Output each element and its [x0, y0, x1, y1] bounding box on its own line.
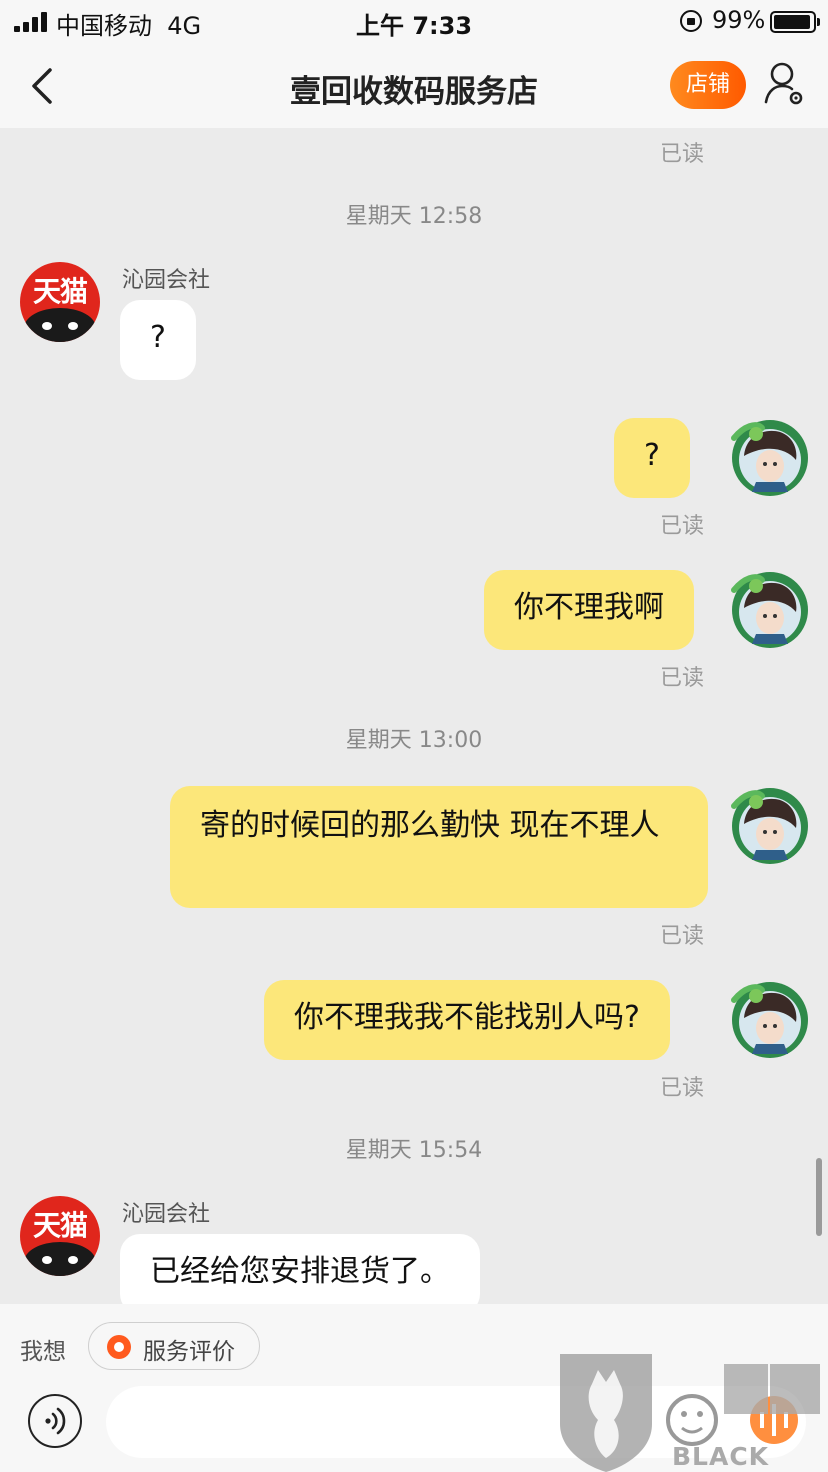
message-list[interactable]: 已读 星期天 12:58 天猫 沁园会社 ? ? 已读 你不理我啊 已读 星期天…	[0, 128, 828, 1304]
cat-icon	[24, 308, 96, 342]
scrollbar[interactable]	[816, 1158, 822, 1236]
profile-settings-button[interactable]	[762, 60, 806, 108]
voice-input-button[interactable]	[28, 1394, 82, 1448]
message-bubble-outgoing[interactable]: 你不理我啊	[484, 570, 694, 650]
cat-icon	[24, 1242, 96, 1276]
user-settings-icon	[764, 62, 803, 105]
message-bubble-incoming[interactable]: 已经给您安排退货了。	[120, 1234, 480, 1304]
anime-avatar-icon	[731, 420, 808, 496]
status-time: 上午 7:33	[355, 12, 473, 40]
anime-avatar-icon	[731, 572, 808, 648]
read-receipt: 已读	[660, 1076, 705, 1101]
shop-avatar[interactable]: 天猫	[20, 1196, 100, 1276]
timestamp: 星期天 15:54	[345, 1138, 483, 1163]
flower-icon	[107, 1335, 131, 1359]
timestamp: 星期天 12:58	[345, 204, 483, 229]
rotation-lock-icon	[680, 10, 702, 32]
sender-name: 沁园会社	[122, 1202, 211, 1227]
status-bar: 中国移动 4G 上午 7:33 99%	[0, 0, 828, 44]
user-avatar[interactable]	[726, 980, 814, 1060]
user-avatar[interactable]	[726, 570, 814, 650]
store-button[interactable]: 店铺	[670, 61, 746, 109]
watermark-text: BLACK CAT	[672, 1442, 770, 1472]
message-bubble-outgoing[interactable]: ?	[614, 418, 690, 498]
anime-avatar-icon	[731, 982, 808, 1058]
read-receipt: 已读	[660, 666, 705, 691]
read-receipt: 已读	[660, 924, 705, 949]
timestamp: 星期天 13:00	[345, 728, 483, 753]
shop-avatar[interactable]: 天猫	[20, 262, 100, 342]
battery-icon	[770, 11, 820, 33]
quick-action-label: 我想	[20, 1339, 66, 1365]
user-avatar[interactable]	[726, 786, 814, 866]
service-rating-button[interactable]: 服务评价	[88, 1322, 260, 1370]
voice-icon	[45, 1407, 66, 1435]
user-avatar[interactable]	[726, 418, 814, 498]
battery-percent: 99%	[712, 6, 766, 34]
read-receipt: 已读	[660, 514, 705, 539]
message-bubble-incoming[interactable]: ?	[120, 300, 196, 380]
read-receipt: 已读	[660, 142, 705, 167]
tmall-logo-text: 天猫	[32, 1209, 88, 1242]
message-bubble-outgoing[interactable]: 寄的时候回的那么勤快 现在不理人	[170, 786, 708, 908]
service-rating-label: 服务评价	[143, 1339, 235, 1365]
nav-bar: 壹回收数码服务店 店铺	[0, 44, 828, 128]
anime-avatar-icon	[731, 788, 808, 864]
message-bubble-outgoing[interactable]: 你不理我我不能找别人吗?	[264, 980, 670, 1060]
sender-name: 沁园会社	[122, 268, 211, 293]
tmall-logo-text: 天猫	[32, 275, 88, 308]
